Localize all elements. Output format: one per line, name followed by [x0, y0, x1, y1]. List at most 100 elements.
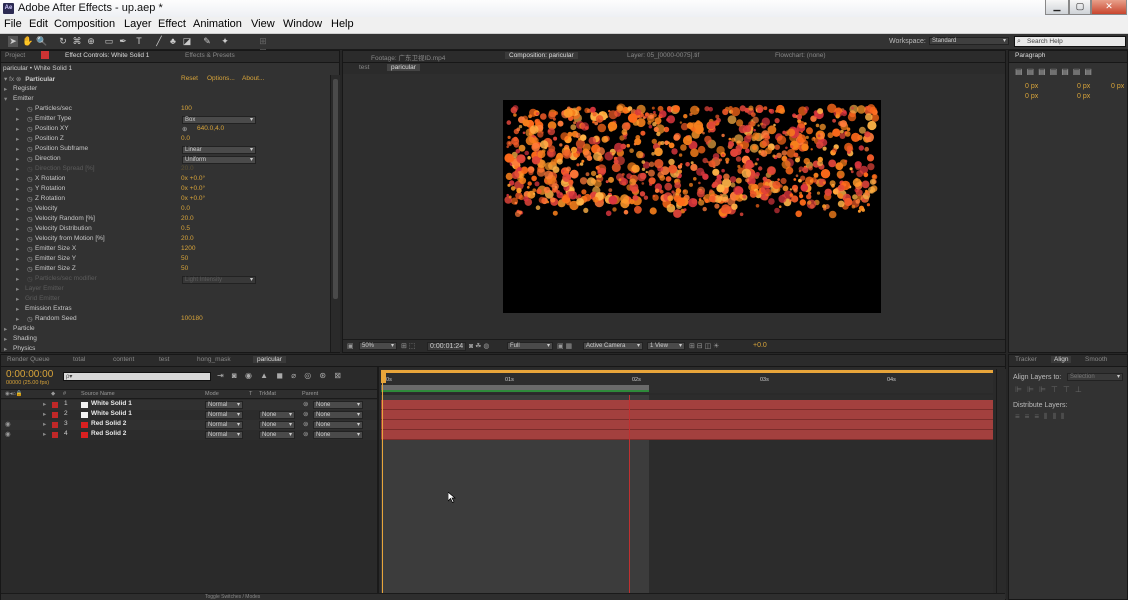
tab-smooth[interactable]: Smooth	[1085, 356, 1107, 363]
stopwatch-icon[interactable]: ◷	[27, 105, 33, 113]
effect-param-row[interactable]: ▸ ◷ X Rotation 0x +0.0°	[1, 175, 329, 185]
twirl-closed-icon[interactable]: ▸	[4, 85, 7, 93]
effect-param-row[interactable]: ▸ Grid Emitter	[1, 295, 329, 305]
effect-param-row[interactable]: ▸ ◷ Random Seed 100180	[1, 315, 329, 325]
effect-param-row[interactable]: ▸ Layer Emitter	[1, 285, 329, 295]
label-color-chip[interactable]	[52, 432, 58, 438]
layer-name[interactable]: Red Solid 2	[91, 420, 126, 427]
twirl-closed-icon[interactable]: ▸	[16, 235, 19, 243]
time-ruler[interactable]: 00s 01s 02s 03s 04s	[381, 369, 993, 393]
effect-param-row[interactable]: ▾ Emitter	[1, 95, 329, 105]
twirl-closed-icon[interactable]: ▸	[16, 225, 19, 233]
twirl-closed-icon[interactable]: ▸	[4, 335, 7, 343]
zoom-tool-icon[interactable]: 🔍	[36, 36, 47, 47]
effect-param-value[interactable]: 0.5	[181, 225, 190, 232]
tab-effects-presets[interactable]: Effects & Presets	[185, 52, 235, 59]
layer-parent-select[interactable]: None	[313, 421, 363, 429]
pen-tool-icon[interactable]: ✒	[118, 36, 128, 47]
tab-effect-controls[interactable]: Effect Controls: White Solid 1	[65, 52, 149, 59]
effect-param-row[interactable]: ▸ Particle	[1, 325, 329, 335]
current-time-indicator[interactable]	[382, 375, 383, 595]
layer-trkmat-select[interactable]: None	[259, 411, 295, 419]
effect-param-row[interactable]: ▸ ◷ Velocity from Motion [%] 20.0	[1, 235, 329, 245]
tab-content[interactable]: content	[113, 356, 134, 363]
twirl-closed-icon[interactable]: ▸	[43, 400, 46, 408]
effect-param-row[interactable]: ▸ ◷ Velocity 0.0	[1, 205, 329, 215]
tab-footage[interactable]: Footage: 广东卫视ID.mp4	[371, 52, 445, 62]
stopwatch-icon[interactable]: ◷	[27, 145, 33, 153]
twirl-closed-icon[interactable]: ▸	[16, 315, 19, 323]
menu-effect[interactable]: Effect	[158, 18, 186, 30]
puppet-pin-tool-icon[interactable]: ✦	[220, 36, 230, 47]
effect-param-row[interactable]: ▸ ◷ Emitter Size Z 50	[1, 265, 329, 275]
stopwatch-icon[interactable]: ◷	[27, 225, 33, 233]
twirl-closed-icon[interactable]: ▸	[16, 295, 19, 303]
exposure-value[interactable]: +0.0	[753, 342, 767, 349]
stopwatch-icon[interactable]: ◷	[27, 315, 33, 323]
pan-behind-tool-icon[interactable]: ⊕	[86, 36, 96, 47]
twirl-closed-icon[interactable]: ▸	[16, 165, 19, 173]
effect-param-value[interactable]: 1200	[181, 245, 195, 252]
twirl-closed-icon[interactable]: ▸	[16, 155, 19, 163]
indent-left-value[interactable]: 0 px	[1025, 83, 1038, 90]
eye-icon[interactable]: ◉	[5, 420, 11, 428]
resolution-select[interactable]: Full	[507, 342, 553, 350]
layer-duration-bar[interactable]	[381, 420, 993, 430]
layer-row[interactable]: ◉ ▸ 3 Red Solid 2 Normal None ⊚ None	[1, 420, 378, 430]
eraser-tool-icon[interactable]: ◪	[182, 36, 192, 47]
menu-animation[interactable]: Animation	[193, 18, 242, 30]
tab-paragraph[interactable]: Paragraph	[1015, 52, 1045, 59]
effect-fx-icon[interactable]: ▾ fx ⊗	[4, 76, 21, 83]
subtab-test[interactable]: test	[359, 64, 369, 71]
tab-render-queue[interactable]: Render Queue	[7, 356, 50, 363]
snapshot-icon[interactable]: ◙ ☘ ◍	[469, 342, 490, 350]
magnification-select[interactable]: 50%	[359, 342, 397, 350]
effect-param-value[interactable]: 50	[181, 265, 188, 272]
effect-param-row[interactable]: ▸ ◷ Position XY ⊕ 640.0,4.0	[1, 125, 329, 135]
layer-row[interactable]: ▸ 1 White Solid 1 Normal ⊚ None	[1, 400, 378, 410]
effect-param-select[interactable]: Uniform	[182, 156, 256, 164]
justify-buttons[interactable]: ▤▤▤▤▤▤▤	[1015, 67, 1096, 76]
options-link[interactable]: Options...	[207, 75, 235, 82]
twirl-closed-icon[interactable]: ▸	[43, 410, 46, 418]
effect-param-value[interactable]: 50	[181, 255, 188, 262]
effect-param-value[interactable]: 0x +0.0°	[181, 185, 205, 192]
effect-param-row[interactable]: ▸ ◷ Z Rotation 0x +0.0°	[1, 195, 329, 205]
layer-name[interactable]: Red Solid 2	[91, 430, 126, 437]
effect-controls-scrollbar[interactable]	[330, 75, 340, 352]
pickwhip-icon[interactable]: ⊚	[303, 410, 308, 418]
twirl-closed-icon[interactable]: ▸	[16, 285, 19, 293]
twirl-closed-icon[interactable]: ▸	[4, 325, 7, 333]
layer-mode-select[interactable]: Normal	[205, 431, 243, 439]
stopwatch-icon[interactable]: ◷	[27, 265, 33, 273]
align-to-select[interactable]: Selection	[1067, 373, 1123, 381]
align-buttons[interactable]: ⊫⊫⊫⊤⊤⊥	[1015, 385, 1087, 394]
selection-tool-icon[interactable]: ➤	[8, 36, 18, 47]
menu-help[interactable]: Help	[331, 18, 354, 30]
stopwatch-icon[interactable]: ◷	[27, 115, 33, 123]
stopwatch-icon[interactable]: ◷	[27, 195, 33, 203]
effect-param-row[interactable]: ▸ ◷ Emitter Size X 1200	[1, 245, 329, 255]
twirl-closed-icon[interactable]: ▸	[16, 275, 19, 283]
twirl-closed-icon[interactable]: ▸	[16, 105, 19, 113]
timeline-switch-icons[interactable]: ⇥ ◙ ◉ ▲ ◼ ⌀ ◎ ⊛ ⊠	[217, 371, 344, 380]
stopwatch-icon[interactable]: ◷	[27, 245, 33, 253]
twirl-open-icon[interactable]: ▾	[4, 95, 7, 103]
twirl-closed-icon[interactable]: ▸	[16, 115, 19, 123]
tab-align[interactable]: Align	[1051, 356, 1072, 363]
layer-trkmat-select[interactable]: None	[259, 421, 295, 429]
label-color-chip[interactable]	[52, 412, 58, 418]
layer-search-input[interactable]: ρ▾	[63, 372, 211, 381]
layer-parent-select[interactable]: None	[313, 401, 363, 409]
tab-flowchart[interactable]: Flowchart: (none)	[775, 52, 826, 59]
menu-layer[interactable]: Layer	[124, 18, 152, 30]
layer-mode-select[interactable]: Normal	[205, 401, 243, 409]
stopwatch-icon[interactable]: ◷	[27, 235, 33, 243]
work-area-bar[interactable]	[381, 370, 993, 373]
tab-project[interactable]: Project	[5, 52, 25, 59]
twirl-closed-icon[interactable]: ▸	[16, 245, 19, 253]
subtab-paricular[interactable]: paricular	[387, 64, 420, 71]
menu-window[interactable]: Window	[283, 18, 322, 30]
effect-param-value[interactable]: 20.0	[181, 215, 194, 222]
hand-tool-icon[interactable]: ✋	[22, 36, 33, 47]
